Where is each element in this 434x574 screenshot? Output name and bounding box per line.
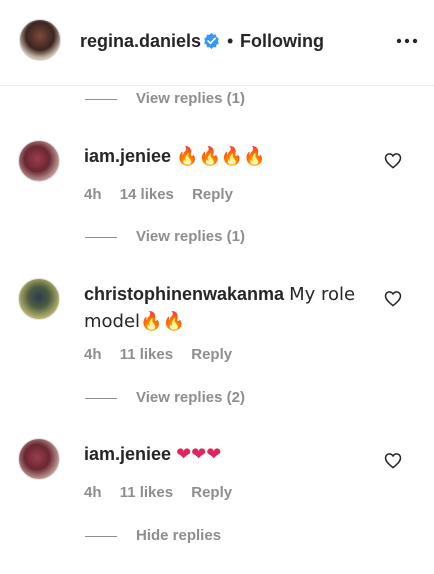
like-heart-icon[interactable] <box>384 290 402 307</box>
comment-text: 🔥🔥🔥🔥 <box>176 146 266 167</box>
replies-divider-line <box>85 398 117 399</box>
comment-meta: 4h 11 likes Reply <box>84 346 246 363</box>
comment-username[interactable]: iam.jeniee <box>84 146 171 166</box>
comment-time: 4h <box>84 346 102 363</box>
replies-divider-line <box>85 536 117 537</box>
view-replies-button[interactable]: View replies (1) <box>136 228 245 245</box>
reply-button[interactable]: Reply <box>191 484 232 501</box>
replies-divider-line <box>85 237 117 238</box>
comment-body: iam.jeniee 🔥🔥🔥🔥 <box>84 143 364 170</box>
commenter-avatar[interactable] <box>18 140 60 182</box>
like-heart-icon[interactable] <box>384 452 402 469</box>
verified-badge-icon <box>204 32 219 49</box>
replies-divider-line <box>85 99 117 100</box>
commenter-avatar[interactable] <box>18 278 60 320</box>
comment-time: 4h <box>84 484 102 501</box>
comment-time: 4h <box>84 186 102 203</box>
view-replies-button[interactable]: View replies (2) <box>136 389 245 406</box>
reply-button[interactable]: Reply <box>192 186 233 203</box>
commenter-avatar[interactable] <box>18 438 60 480</box>
view-replies-button[interactable]: View replies (1) <box>136 90 245 107</box>
more-options-icon[interactable] <box>396 34 418 48</box>
following-button[interactable]: Following <box>240 31 324 52</box>
comment-meta: 4h 14 likes Reply <box>84 186 247 203</box>
comment-likes[interactable]: 14 likes <box>120 186 174 203</box>
profile-avatar[interactable] <box>19 19 61 61</box>
comment-body: christophinenwakanma My role model🔥🔥 <box>84 281 364 335</box>
comment-text: ❤❤❤ <box>176 444 222 465</box>
comment-username[interactable]: christophinenwakanma <box>84 284 284 304</box>
comment-meta: 4h 11 likes Reply <box>84 484 246 501</box>
header-separator: • <box>227 31 234 51</box>
post-header: regina.daniels • Following <box>0 0 434 86</box>
profile-username[interactable]: regina.daniels <box>80 31 201 52</box>
comment-body: iam.jeniee ❤❤❤ <box>84 441 364 468</box>
comment-likes[interactable]: 11 likes <box>120 346 173 363</box>
comment-likes[interactable]: 11 likes <box>120 484 173 501</box>
like-heart-icon[interactable] <box>384 152 402 169</box>
reply-button[interactable]: Reply <box>191 346 232 363</box>
hide-replies-button[interactable]: Hide replies <box>136 527 221 544</box>
comment-username[interactable]: iam.jeniee <box>84 444 171 464</box>
